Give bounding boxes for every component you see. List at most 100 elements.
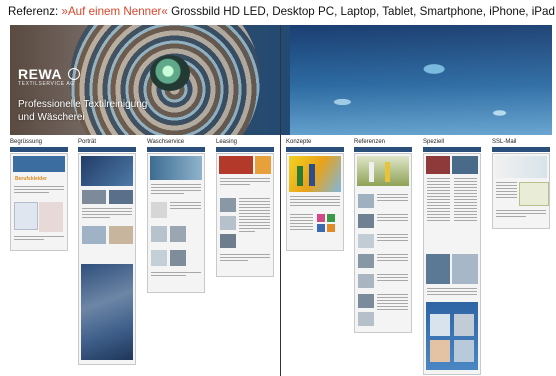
text-line [239, 209, 270, 212]
portrait-photo [81, 264, 133, 360]
text-block [496, 210, 546, 219]
rewa-logo-subtitle: TEXTILSERVICE AG [18, 81, 75, 87]
text-line [427, 201, 450, 204]
page-thumbnail-portraet[interactable] [78, 153, 136, 365]
text-line [151, 189, 201, 192]
text-block [377, 214, 408, 223]
text-block [239, 198, 270, 234]
thumbnail-image [150, 156, 202, 180]
page-thumbnail-waschservice[interactable] [147, 153, 205, 293]
column-portraet: Porträt [78, 138, 136, 365]
thumbnail-image [220, 198, 236, 212]
text-block [151, 272, 201, 278]
text-line [377, 256, 408, 259]
text-line [454, 213, 477, 215]
text-line [427, 210, 450, 213]
thumbnail-image [452, 156, 478, 174]
text-line [239, 230, 255, 233]
text-block [377, 274, 408, 283]
text-block [151, 184, 201, 196]
text-line [239, 206, 270, 209]
thumbnail-image [151, 250, 167, 266]
text-line [151, 272, 201, 274]
hero-swirl-center [150, 55, 190, 91]
thumbnail-image [81, 156, 133, 186]
text-line [454, 180, 477, 183]
site-nav-bar [492, 147, 550, 152]
column-waschservice: Waschservice [147, 138, 205, 293]
text-line [290, 198, 340, 201]
site-nav-bar [216, 147, 274, 152]
text-line [290, 204, 340, 207]
text-line [290, 219, 313, 222]
column-label: Porträt [78, 139, 97, 145]
text-line [290, 201, 340, 204]
hero-tagline-line-1: Professionelle Textilreinigung [18, 99, 148, 110]
text-block [220, 178, 270, 187]
text-line [377, 199, 408, 202]
text-line [427, 186, 450, 189]
thumbnail-image [426, 156, 450, 174]
text-line [496, 182, 517, 184]
hero-water-image [290, 25, 552, 135]
text-line [377, 259, 408, 262]
figure-icon [297, 166, 303, 186]
page-thumbnail-ssl-mail[interactable] [492, 153, 550, 229]
text-block [14, 236, 64, 242]
text-line [170, 202, 201, 204]
thumbnail-image [255, 156, 271, 174]
text-line [239, 215, 270, 218]
text-block [496, 182, 517, 200]
text-line [377, 294, 408, 296]
page-thumbnail-speziell[interactable] [423, 153, 481, 375]
text-line [427, 192, 450, 195]
text-block [377, 234, 408, 243]
page-thumbnail-referenzen[interactable] [354, 153, 412, 333]
text-line [454, 198, 477, 201]
text-line [82, 213, 132, 216]
text-line [82, 210, 132, 213]
text-line [454, 189, 477, 192]
text-line [151, 274, 186, 277]
text-line [496, 210, 546, 212]
text-line [377, 274, 408, 276]
thumbnail-image [151, 202, 167, 218]
text-line [427, 293, 477, 296]
text-line [377, 308, 408, 311]
text-line [82, 216, 110, 219]
text-line [239, 198, 270, 200]
site-nav-bar [354, 147, 412, 152]
text-line [496, 193, 517, 196]
promo-title: Berufskleider [15, 176, 47, 182]
text-line [220, 259, 248, 262]
text-block [290, 214, 313, 232]
text-line [239, 212, 270, 215]
text-line [220, 256, 270, 259]
column-ssl-mail: SSL-Mail [492, 138, 550, 229]
thumbnail-image [358, 312, 374, 326]
column-leasing: Leasing [216, 138, 274, 277]
text-line [496, 187, 517, 190]
text-line [427, 204, 450, 207]
text-line [239, 218, 270, 221]
text-line [82, 208, 132, 210]
text-line [377, 305, 408, 308]
thumbnail-image [454, 314, 474, 336]
text-line [239, 227, 270, 230]
rewa-logo: REWA [18, 66, 62, 82]
text-line [427, 288, 477, 290]
column-label: Konzepte [286, 139, 312, 145]
rewa-logo-icon [68, 68, 80, 80]
text-line [377, 279, 408, 282]
thumbnail-image [454, 340, 474, 362]
thumbnail-image [82, 190, 106, 204]
text-line [377, 296, 408, 299]
page-thumbnail-begruessung[interactable]: Berufskleider [10, 153, 68, 251]
page-thumbnail-leasing[interactable] [216, 153, 274, 277]
thumbnail-image [109, 226, 133, 244]
text-line [14, 186, 64, 188]
page-thumbnail-konzepte[interactable] [286, 153, 344, 251]
figure-icon [309, 164, 315, 186]
text-line [170, 204, 201, 207]
text-line [427, 207, 450, 210]
